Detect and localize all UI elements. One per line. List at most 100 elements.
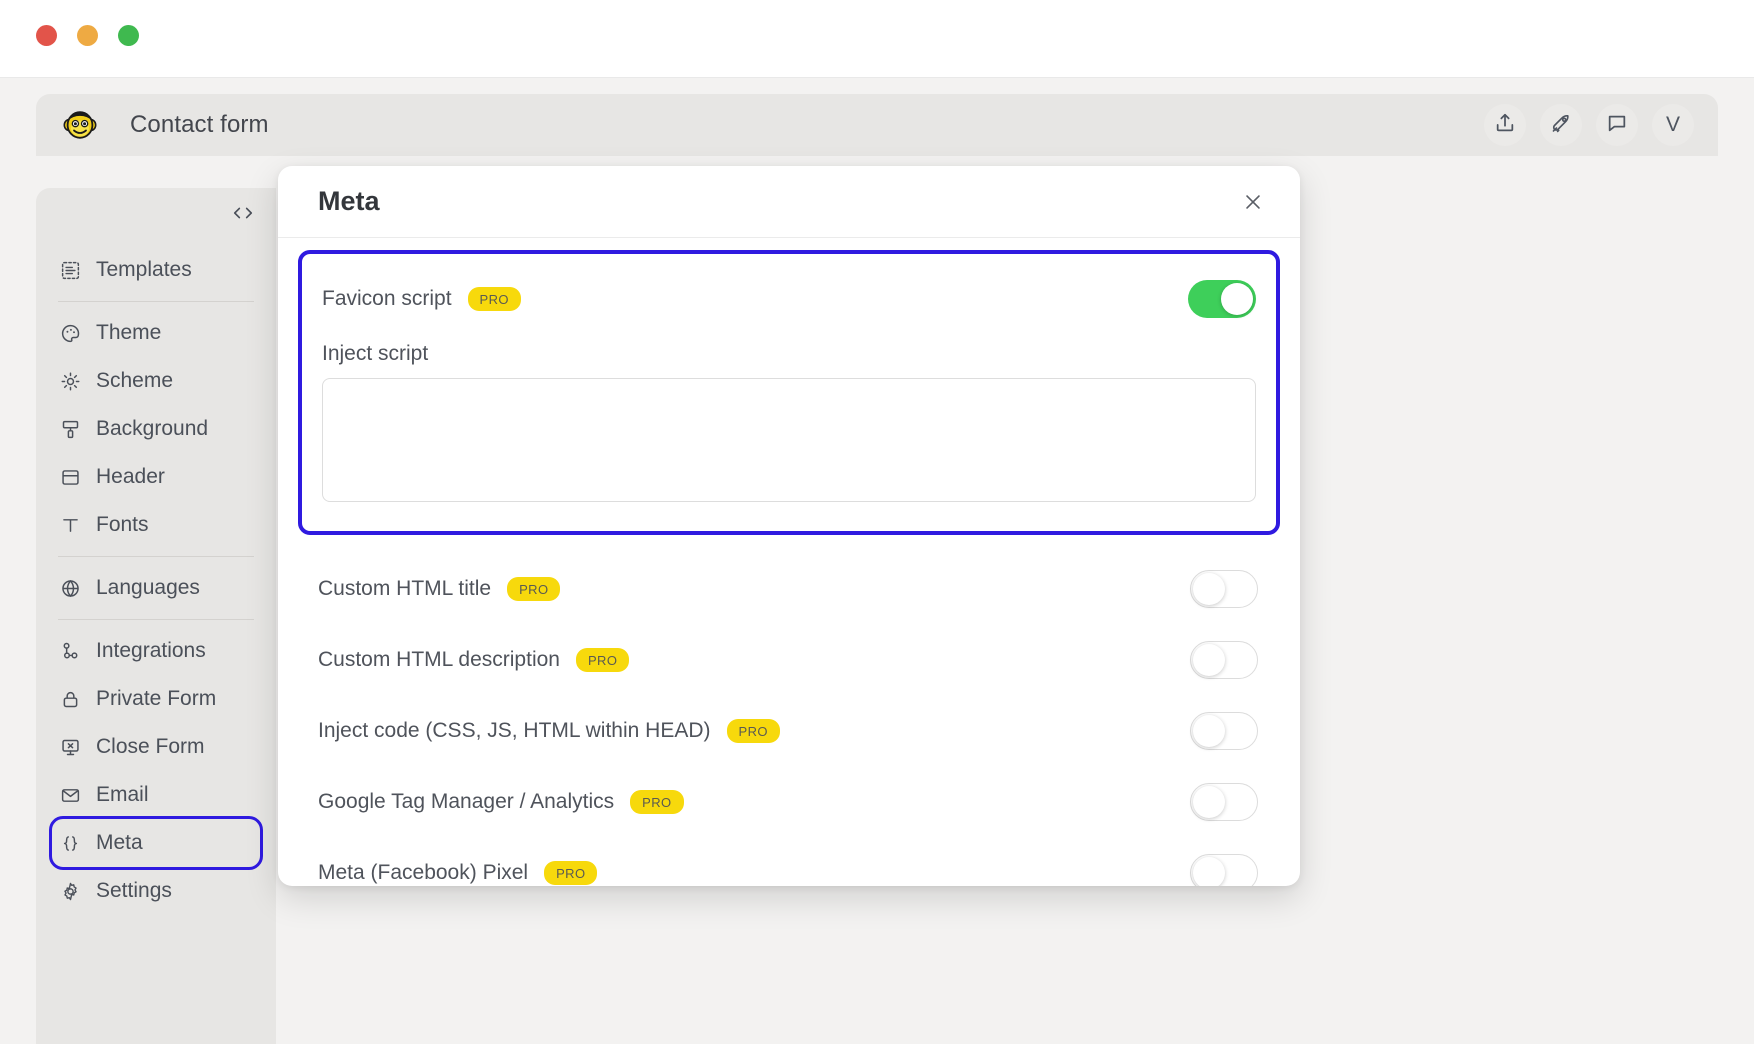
favicon-script-toggle[interactable] (1188, 280, 1256, 318)
sidebar-item-label: Theme (96, 321, 162, 344)
setting-label-group: Meta (Facebook) Pixel PRO (318, 860, 598, 885)
setting-row-meta-facebook-pixel: Meta (Facebook) Pixel PRO (318, 837, 1258, 886)
inject-script-label: Inject script (322, 342, 429, 365)
globe-icon (58, 576, 82, 600)
setting-label-group: Inject code (CSS, JS, HTML within HEAD) … (318, 718, 780, 743)
topbar-actions: V (1484, 104, 1694, 146)
setting-label-group: Google Tag Manager / Analytics PRO (318, 789, 684, 814)
sidebar-item-label: Close Form (96, 735, 205, 758)
toggle-knob (1193, 714, 1225, 747)
sidebar-item-settings[interactable]: Settings (52, 867, 260, 915)
sidebar-item-background[interactable]: Background (52, 405, 260, 453)
toggle-knob (1193, 856, 1225, 886)
setting-label: Inject code (CSS, JS, HTML within HEAD) (318, 718, 711, 742)
status-badge: PRO (544, 860, 598, 885)
status-badge: PRO (507, 576, 561, 601)
curly-braces-icon (58, 831, 82, 855)
sidebar-item-label: Background (96, 417, 209, 440)
avatar[interactable]: V (1652, 104, 1694, 146)
code-brackets-icon[interactable] (230, 200, 256, 226)
toggle-knob (1193, 785, 1225, 818)
lock-icon (58, 687, 82, 711)
setting-label: Custom HTML description (318, 647, 560, 671)
custom-html-title-toggle[interactable] (1190, 569, 1258, 608)
sidebar-item-label: Languages (96, 576, 200, 599)
comment-icon (1606, 112, 1628, 139)
status-badge: PRO (467, 287, 521, 311)
toggle-knob (1221, 283, 1253, 315)
meta-facebook-pixel-toggle[interactable] (1190, 853, 1258, 886)
sidebar-item-label: Meta (96, 831, 143, 854)
comments-button[interactable] (1596, 104, 1638, 146)
sidebar-item-label: Scheme (96, 369, 174, 392)
templates-icon (58, 258, 82, 282)
sidebar-item-label: Private Form (96, 687, 217, 710)
status-badge: PRO (630, 789, 684, 814)
settings-rows: Custom HTML title PRO Custom HTML descri… (278, 547, 1300, 886)
setting-row-custom-html-description: Custom HTML description PRO (318, 624, 1258, 695)
custom-html-description-toggle[interactable] (1190, 640, 1258, 679)
inject-script-input[interactable] (322, 378, 1256, 502)
setting-row-custom-html-title: Custom HTML title PRO (318, 553, 1258, 624)
window-minimize-button[interactable] (77, 25, 98, 46)
sidebar-item-label: Settings (96, 879, 172, 902)
divider (58, 301, 254, 302)
inject-code-head-toggle[interactable] (1190, 711, 1258, 750)
sidebar-item-email[interactable]: Email (52, 771, 260, 819)
envelope-icon (58, 783, 82, 807)
sidebar-nav: Templates Theme Scheme Background Header… (36, 246, 276, 915)
window-maximize-button[interactable] (118, 25, 139, 46)
rocket-icon (1550, 112, 1572, 139)
setting-label-group: Favicon script PRO (322, 287, 521, 311)
setting-label-group: Custom HTML description PRO (318, 647, 630, 672)
monitor-x-icon (58, 735, 82, 759)
sidebar-item-label: Header (96, 465, 165, 488)
sidebar-item-integrations[interactable]: Integrations (52, 627, 260, 675)
status-badge: PRO (726, 718, 780, 743)
toggle-knob (1193, 643, 1225, 676)
toggle-knob (1193, 572, 1225, 605)
modal-header: Meta (278, 166, 1300, 238)
google-tag-manager-toggle[interactable] (1190, 782, 1258, 821)
app-topbar: Contact form V (36, 94, 1718, 156)
sidebar-item-close-form[interactable]: Close Form (52, 723, 260, 771)
sidebar-item-theme[interactable]: Theme (52, 309, 260, 357)
palette-icon (58, 321, 82, 345)
app-body: Contact form V Templates Theme Scheme Ba… (0, 78, 1754, 1044)
share-export-button[interactable] (1484, 104, 1526, 146)
sidebar-item-scheme[interactable]: Scheme (52, 357, 260, 405)
divider (58, 556, 254, 557)
sidebar-item-label: Email (96, 783, 149, 806)
status-badge: PRO (575, 647, 630, 672)
sidebar: Templates Theme Scheme Background Header… (36, 188, 276, 1044)
divider (58, 619, 254, 620)
setting-row-inject-code-head: Inject code (CSS, JS, HTML within HEAD) … (318, 695, 1258, 766)
setting-row-favicon-script: Favicon script PRO (322, 270, 1256, 328)
sidebar-item-private-form[interactable]: Private Form (52, 675, 260, 723)
sun-icon (58, 369, 82, 393)
close-icon[interactable] (1236, 185, 1270, 219)
meta-settings-modal: Meta Favicon script PRO Inject script Cu… (278, 166, 1300, 886)
setting-label-group: Custom HTML title PRO (318, 576, 561, 601)
highlighted-settings-group: Favicon script PRO Inject script (298, 250, 1280, 535)
traffic-lights (36, 25, 139, 46)
sidebar-item-label: Templates (96, 258, 192, 281)
modal-title: Meta (318, 186, 380, 216)
sidebar-item-header[interactable]: Header (52, 453, 260, 501)
sidebar-item-label: Integrations (96, 639, 206, 662)
upload-icon (1494, 112, 1516, 139)
sidebar-item-meta[interactable]: Meta (49, 816, 263, 870)
page-title: Contact form (130, 111, 269, 138)
setting-label: Google Tag Manager / Analytics (318, 789, 615, 813)
sidebar-item-languages[interactable]: Languages (52, 564, 260, 612)
text-type-icon (58, 513, 82, 537)
setting-label: Meta (Facebook) Pixel (318, 860, 529, 884)
header-layout-icon (58, 465, 82, 489)
monkey-face-logo (60, 105, 100, 145)
window-close-button[interactable] (36, 25, 57, 46)
publish-button[interactable] (1540, 104, 1582, 146)
sidebar-item-label: Fonts (96, 513, 149, 536)
sidebar-item-fonts[interactable]: Fonts (52, 501, 260, 549)
nodes-icon (58, 639, 82, 663)
sidebar-item-templates[interactable]: Templates (52, 246, 260, 294)
